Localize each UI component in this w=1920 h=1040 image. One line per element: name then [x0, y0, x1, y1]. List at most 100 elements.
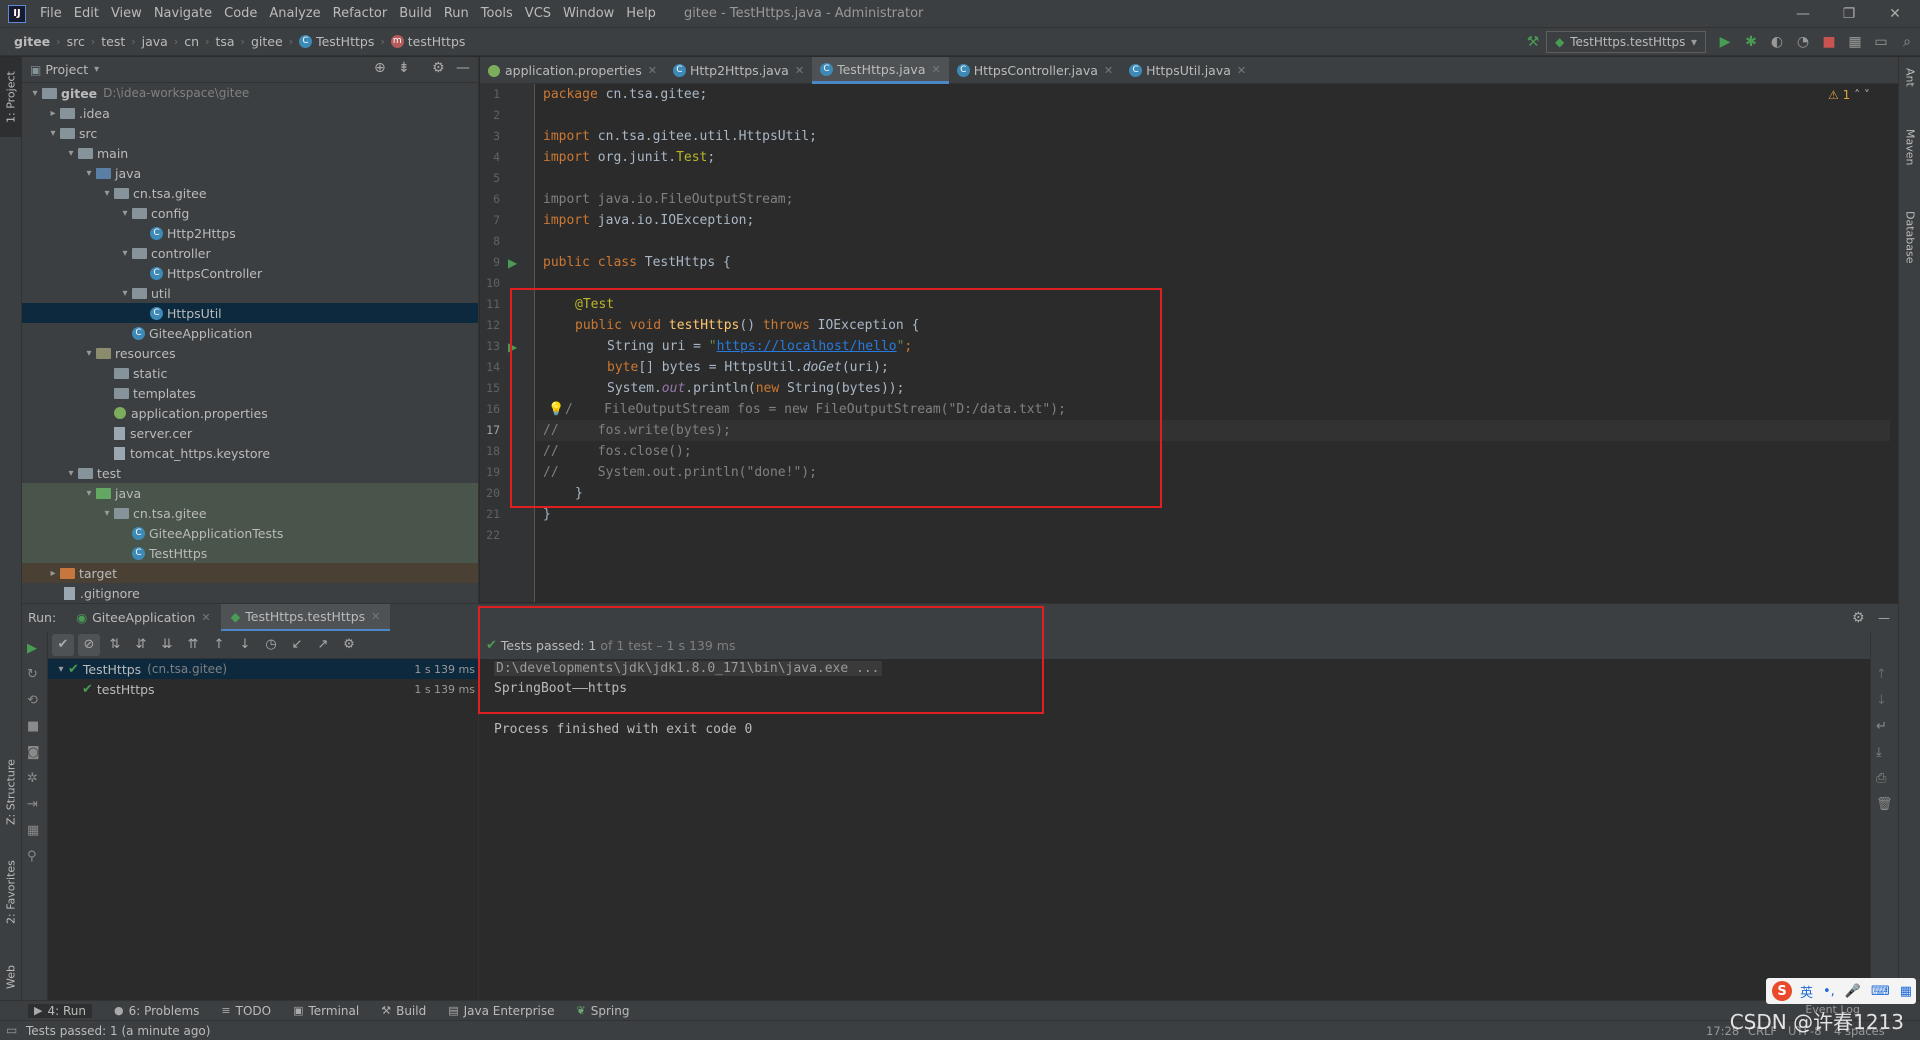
tree-item-config[interactable]: ▾ config — [22, 203, 478, 223]
tree-item-giteeapplication[interactable]: C GiteeApplication — [22, 323, 478, 343]
breadcrumb-method[interactable]: m testHttps — [387, 34, 470, 49]
tree-item-package[interactable]: ▾ cn.tsa.gitee — [22, 183, 478, 203]
tree-item-test[interactable]: ▾ test — [22, 463, 478, 483]
gear-icon[interactable]: ⚙ — [432, 60, 445, 76]
close-icon[interactable]: ✕ — [201, 611, 210, 624]
coverage-icon[interactable]: ◐ — [1765, 31, 1789, 53]
tree-item-src[interactable]: ▾ src — [22, 123, 478, 143]
menu-navigate[interactable]: Navigate — [148, 6, 218, 21]
tab-http2https[interactable]: C Http2Https.java ✕ — [665, 57, 812, 84]
tab-httpsutil[interactable]: C HttpsUtil.java ✕ — [1121, 57, 1254, 84]
menu-file[interactable]: File — [34, 6, 68, 21]
show-ignored-icon[interactable]: ⊘ — [78, 633, 100, 656]
keyboard-icon[interactable]: ⌨ — [1871, 984, 1890, 999]
run-tab-testhttps[interactable]: ◆ TestHttps.testHttps ✕ — [220, 603, 391, 632]
breadcrumb-gitee-pkg[interactable]: gitee — [247, 34, 287, 49]
tree-item-gitee[interactable]: ▾ gitee D:\idea-workspace\gitee — [22, 83, 478, 103]
export-tests-icon[interactable]: ↗ — [312, 634, 334, 656]
layout-icon[interactable]: ▭ — [1869, 31, 1893, 53]
menu-edit[interactable]: Edit — [68, 6, 105, 21]
tool-window-terminal[interactable]: ▣ Terminal — [293, 1004, 359, 1018]
search-icon[interactable]: ⌕ — [1895, 31, 1919, 53]
tree-item-util[interactable]: ▾ util — [22, 283, 478, 303]
arrow-down-icon[interactable]: ↓ — [1876, 693, 1887, 708]
tree-item-controller[interactable]: ▾ controller — [22, 243, 478, 263]
tab-testhttps[interactable]: C TestHttps.java ✕ — [812, 57, 949, 84]
sort-alpha-icon[interactable]: ⇅ — [104, 634, 126, 656]
tree-item-target[interactable]: ▸ target — [22, 563, 478, 583]
close-icon[interactable]: ✕ — [1104, 64, 1113, 77]
tree-item-static[interactable]: static — [22, 363, 478, 383]
show-passed-icon[interactable]: ✔ — [52, 633, 74, 656]
rerun-failed-icon[interactable]: ↻ — [27, 667, 38, 682]
breadcrumb-gitee[interactable]: gitee — [10, 34, 54, 49]
menu-help[interactable]: Help — [620, 6, 662, 21]
ime-toolbar[interactable]: S 英 •, 🎤 ⌨ ▦ — [1766, 978, 1916, 1004]
import-tests-icon[interactable]: ↙ — [286, 634, 308, 656]
test-history-icon[interactable]: ◷ — [260, 634, 282, 656]
ime-language[interactable]: 英 — [1800, 982, 1813, 1001]
tree-item-templates[interactable]: templates — [22, 383, 478, 403]
tree-item-application-properties[interactable]: application.properties — [22, 403, 478, 423]
menu-code[interactable]: Code — [218, 6, 263, 21]
tree-item-test-java[interactable]: ▾ java — [22, 483, 478, 503]
tree-item-gitignore[interactable]: .gitignore — [22, 583, 478, 603]
tree-item-main[interactable]: ▾ main — [22, 143, 478, 163]
tree-item-resources[interactable]: ▾ resources — [22, 343, 478, 363]
menu-window[interactable]: Window — [557, 6, 620, 21]
menu-build[interactable]: Build — [393, 6, 438, 21]
minimize-button[interactable]: — — [1780, 0, 1826, 28]
soft-wrap-icon[interactable]: ↵ — [1876, 719, 1887, 734]
tool-window-spring[interactable]: ❦ Spring — [577, 1004, 630, 1018]
layout-icon[interactable]: ▦ — [27, 823, 39, 838]
tree-item-giteeapplicationtests[interactable]: C GiteeApplicationTests — [22, 523, 478, 543]
tree-item-server-cer[interactable]: server.cer — [22, 423, 478, 443]
project-title[interactable]: Project — [45, 62, 88, 77]
ant-tool-tab[interactable]: Ant — [1899, 57, 1920, 97]
run-tab-giteeapplication[interactable]: ◉ GiteeApplication ✕ — [66, 604, 220, 632]
menu-view[interactable]: View — [105, 6, 148, 21]
project-tool-tab[interactable]: 1: Project — [0, 57, 22, 137]
close-window-button[interactable]: ✕ — [1872, 0, 1918, 28]
menu-tools[interactable]: Tools — [475, 6, 519, 21]
sort-duration-icon[interactable]: ⇵ — [130, 634, 152, 656]
tree-item-httpscontroller[interactable]: C HttpsController — [22, 263, 478, 283]
punctuation-icon[interactable]: •, — [1823, 984, 1835, 999]
rerun-icon[interactable]: ▶ — [27, 641, 37, 656]
close-icon[interactable]: ✕ — [1237, 64, 1246, 77]
stop-icon[interactable]: ■ — [27, 719, 39, 734]
expand-all-icon[interactable]: ⇊ — [156, 634, 178, 656]
gear-icon[interactable]: ⚙ — [338, 634, 360, 656]
close-icon[interactable]: ✕ — [795, 64, 804, 77]
favorites-tool-tab[interactable]: 2: Favorites — [0, 847, 22, 937]
build-hammer-icon[interactable]: ⚒ — [1521, 31, 1545, 53]
tool-window-build[interactable]: ⚒ Build — [381, 1004, 426, 1018]
chevron-down-icon[interactable]: ▾ — [94, 64, 99, 75]
maven-tool-tab[interactable]: Maven — [1899, 117, 1920, 177]
breadcrumb-test[interactable]: test — [97, 34, 129, 49]
close-icon[interactable]: ✕ — [371, 610, 380, 623]
structure-tool-tab[interactable]: Z: Structure — [0, 747, 22, 837]
scroll-to-end-icon[interactable]: ⤓ — [1876, 745, 1882, 760]
tool-window-java-enterprise[interactable]: ▤ Java Enterprise — [448, 1004, 554, 1018]
tree-item-test-package[interactable]: ▾ cn.tsa.gitee — [22, 503, 478, 523]
tree-item-testhttps[interactable]: C TestHttps — [22, 543, 478, 563]
breadcrumb-src[interactable]: src — [63, 34, 89, 49]
arrow-up-icon[interactable]: ↑ — [1876, 667, 1887, 682]
profile-icon[interactable]: ◔ — [1791, 31, 1815, 53]
run-class-gutter-icon[interactable]: ▶ — [508, 256, 517, 270]
menu-run[interactable]: Run — [438, 6, 475, 21]
stop-icon[interactable]: ■ — [1817, 31, 1841, 53]
menu-refactor[interactable]: Refactor — [327, 6, 394, 21]
restore-button[interactable]: ❐ — [1826, 0, 1872, 28]
menu-vcs[interactable]: VCS — [519, 6, 557, 21]
database-tool-tab[interactable]: Database — [1899, 197, 1920, 277]
microphone-icon[interactable]: 🎤 — [1845, 984, 1861, 999]
exit-icon[interactable]: ⇥ — [27, 797, 38, 812]
tool-window-problems[interactable]: ● 6: Problems — [114, 1004, 199, 1018]
test-row-method[interactable]: ✔ testHttps 1 s 139 ms — [48, 679, 479, 699]
gear-icon[interactable]: ⚙ — [1852, 610, 1865, 626]
close-icon[interactable]: ✕ — [648, 64, 657, 77]
tree-item-keystore[interactable]: tomcat_https.keystore — [22, 443, 478, 463]
close-icon[interactable]: ✕ — [932, 63, 941, 76]
